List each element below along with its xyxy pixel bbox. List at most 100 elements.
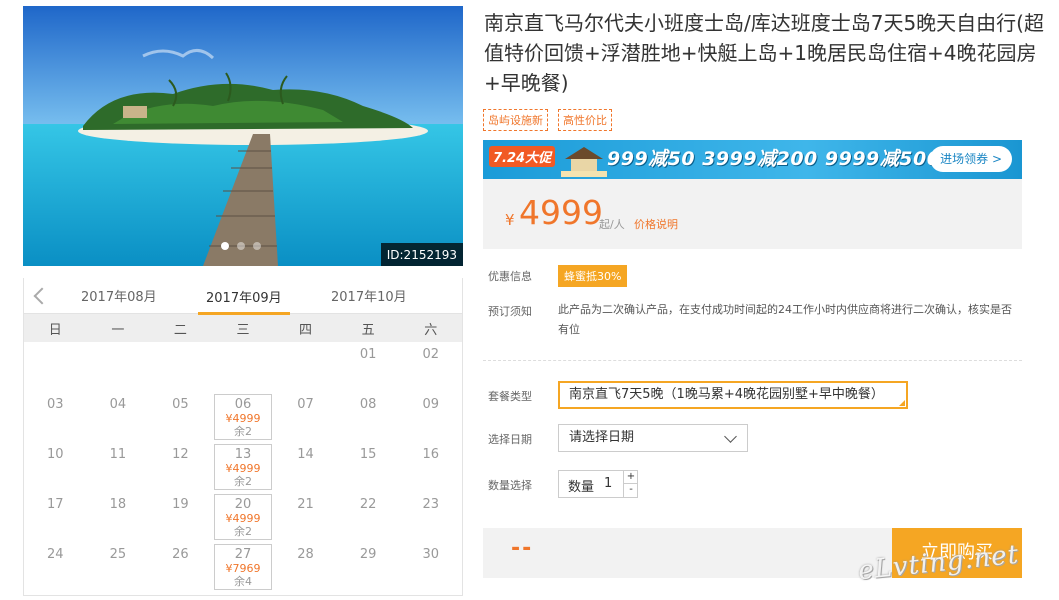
product-photo[interactable]: ID:2152193 bbox=[23, 6, 463, 266]
package-option[interactable]: 南京直飞7天5晚（1晚马累+4晚花园别墅+早中晚餐） bbox=[558, 381, 908, 409]
prev-month-chevron-icon[interactable] bbox=[30, 284, 48, 306]
claim-coupon-button[interactable]: 进场领券 > bbox=[930, 146, 1012, 172]
calendar-day[interactable]: 15 bbox=[337, 442, 400, 492]
calendar-day[interactable]: 10 bbox=[24, 442, 87, 492]
promo-banner[interactable]: 7.24大促 999减50 3999减200 9999减500 进场领券 > bbox=[483, 140, 1022, 179]
qty-decrement-button[interactable]: - bbox=[623, 484, 638, 497]
slide-dot-2[interactable] bbox=[237, 242, 245, 250]
day-price: ¥4999 bbox=[225, 512, 261, 525]
calendar-day bbox=[24, 342, 87, 392]
price-explain-link[interactable]: 价格说明 bbox=[634, 216, 678, 232]
tab-month-sep[interactable]: 2017年09月 bbox=[198, 287, 290, 315]
notice-text: 此产品为二次确认产品，在支付成功时间起的24工作小时内供应商将进行二次确认，核实… bbox=[558, 303, 1012, 336]
day-price: ¥7969 bbox=[225, 562, 261, 575]
calendar-day[interactable]: 02 bbox=[399, 342, 462, 392]
divider bbox=[483, 360, 1022, 361]
slide-indicator bbox=[221, 242, 261, 250]
calendar-day[interactable]: 26 bbox=[149, 542, 212, 592]
tab-month-aug[interactable]: 2017年08月 bbox=[81, 286, 157, 305]
day-remaining: 余2 bbox=[233, 475, 252, 488]
day-number: 05 bbox=[172, 397, 189, 412]
day-number: 15 bbox=[359, 447, 377, 462]
calendar-day[interactable]: 24 bbox=[24, 542, 87, 592]
calendar-day[interactable]: 30 bbox=[399, 542, 462, 592]
calendar-day[interactable]: 07 bbox=[274, 392, 337, 442]
day-number: 12 bbox=[172, 447, 189, 462]
day-number: 04 bbox=[109, 397, 127, 412]
day-number: 29 bbox=[359, 547, 377, 562]
calendar-day[interactable]: 03 bbox=[24, 392, 87, 442]
price-calendar: 2017年08月 2017年09月 2017年10月 日 一 二 三 四 五 六… bbox=[23, 278, 463, 596]
calendar-day[interactable]: 23 bbox=[399, 492, 462, 542]
promo-brand: 7.24大促 bbox=[489, 146, 556, 167]
calendar-day-available[interactable]: 20 ¥4999 余2 bbox=[212, 492, 275, 542]
qty-increment-button[interactable]: + bbox=[623, 471, 638, 484]
day-number: 11 bbox=[109, 447, 127, 462]
chevron-down-icon bbox=[724, 430, 737, 443]
day-number: 03 bbox=[47, 397, 64, 412]
calendar-day bbox=[274, 342, 337, 392]
tag-island-facility: 岛屿设施新 bbox=[483, 109, 548, 131]
day-remaining: 余2 bbox=[233, 425, 252, 438]
product-title: 南京直飞马尔代夫小班度士岛/库达班度士岛7天5晚天自由行(超值特价回馈+浮潜胜地… bbox=[484, 11, 1044, 95]
day-number: 06 bbox=[234, 397, 252, 412]
calendar-day[interactable]: 21 bbox=[274, 492, 337, 542]
day-number: 30 bbox=[422, 547, 439, 562]
qty-label: 数量选择 bbox=[488, 479, 532, 492]
day-remaining: 余2 bbox=[233, 525, 252, 538]
beach-hut-icon bbox=[561, 147, 607, 177]
calendar-day[interactable]: 17 bbox=[24, 492, 87, 542]
calendar-day[interactable]: 01 bbox=[337, 342, 400, 392]
calendar-day[interactable]: 28 bbox=[274, 542, 337, 592]
calendar-day[interactable]: 22 bbox=[337, 492, 400, 542]
slide-dot-3[interactable] bbox=[253, 242, 261, 250]
calendar-day[interactable]: 11 bbox=[87, 442, 150, 492]
calendar-day[interactable]: 14 bbox=[274, 442, 337, 492]
day-number: 16 bbox=[422, 447, 439, 462]
day-number: 08 bbox=[359, 397, 377, 412]
day-number: 24 bbox=[47, 547, 64, 562]
calendar-day-available[interactable]: 27 ¥7969 余4 bbox=[212, 542, 275, 592]
image-id-badge: ID:2152193 bbox=[380, 243, 463, 266]
calendar-day-available[interactable]: 13 ¥4999 余2 bbox=[212, 442, 275, 492]
day-number: 23 bbox=[422, 497, 439, 512]
calendar-day[interactable]: 29 bbox=[337, 542, 400, 592]
day-number: 09 bbox=[422, 397, 439, 412]
calendar-day-available[interactable]: 06 ¥4999 余2 bbox=[212, 392, 275, 442]
calendar-day[interactable]: 16 bbox=[399, 442, 462, 492]
day-number: 14 bbox=[297, 447, 314, 462]
day-number: 28 bbox=[297, 547, 314, 562]
weekday-label: 一 bbox=[111, 322, 125, 338]
slide-dot-1[interactable] bbox=[221, 242, 229, 250]
calendar-day[interactable]: 25 bbox=[87, 542, 150, 592]
tag-value: 高性价比 bbox=[558, 109, 612, 131]
promo-deals: 999减50 3999减200 9999减500 bbox=[607, 148, 941, 170]
tab-month-oct[interactable]: 2017年10月 bbox=[331, 286, 407, 305]
day-number: 19 bbox=[172, 497, 189, 512]
day-number: 17 bbox=[47, 497, 64, 512]
calendar-day bbox=[149, 342, 212, 392]
day-number: 07 bbox=[297, 397, 314, 412]
day-number: 25 bbox=[109, 547, 127, 562]
weekday-header: 日 一 二 三 四 五 六 bbox=[24, 314, 462, 342]
promo-info-label: 优惠信息 bbox=[488, 270, 532, 283]
calendar-day[interactable]: 08 bbox=[337, 392, 400, 442]
calendar-day[interactable]: 18 bbox=[87, 492, 150, 542]
calendar-day[interactable]: 05 bbox=[149, 392, 212, 442]
date-select[interactable]: 请选择日期 bbox=[558, 424, 748, 452]
weekday-label: 五 bbox=[361, 322, 375, 338]
price-box: ¥ 4999 起/人 价格说明 bbox=[483, 179, 1022, 249]
day-number: 21 bbox=[297, 497, 314, 512]
calendar-day[interactable]: 12 bbox=[149, 442, 212, 492]
day-number: 02 bbox=[422, 347, 439, 362]
calendar-day[interactable]: 09 bbox=[399, 392, 462, 442]
notice-label: 预订须知 bbox=[488, 305, 532, 318]
day-number: 20 bbox=[234, 497, 252, 512]
day-number: 01 bbox=[359, 347, 377, 362]
calendar-day[interactable]: 04 bbox=[87, 392, 150, 442]
weekday-label: 日 bbox=[48, 322, 62, 338]
calendar-day[interactable]: 19 bbox=[149, 492, 212, 542]
quantity-stepper: 数量 1 + - bbox=[558, 470, 638, 498]
qty-value[interactable]: 1 bbox=[604, 476, 612, 491]
date-select-value: 请选择日期 bbox=[569, 430, 635, 445]
